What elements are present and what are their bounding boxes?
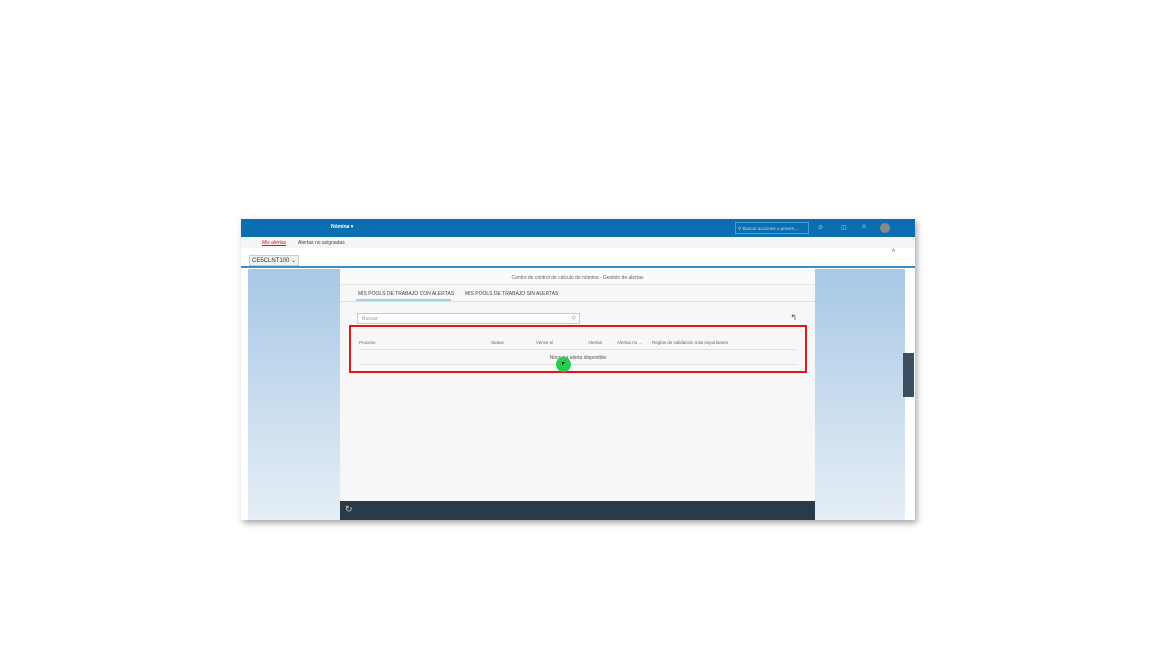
client-selector[interactable]: CE5CLNT100 ⌄: [249, 255, 300, 266]
search-icon: ⚲: [571, 316, 576, 322]
table-header: Proceso Status Vence el Alertas Alertas …: [359, 336, 797, 350]
col-alertas-no[interactable]: Alertas no ...: [617, 340, 642, 345]
col-reglas[interactable]: Reglas de validación más importantes: [652, 340, 728, 345]
subnav-alertas-no-asignadas[interactable]: Alertas no asignadas: [298, 240, 345, 246]
table-search-input[interactable]: Buscar ⚲: [357, 313, 580, 324]
chevron-up-icon[interactable]: ^: [892, 249, 895, 256]
tab-sin-alertas[interactable]: MIS POOLS DE TRABAJO SIN ALERTAS: [465, 291, 558, 297]
avatar[interactable]: [880, 223, 890, 233]
help-icon[interactable]: ⊘: [818, 224, 823, 231]
notifications-icon[interactable]: ◫: [841, 224, 847, 231]
subnav-mis-alertas[interactable]: Mis alertas: [262, 240, 286, 246]
active-tab-indicator: [356, 299, 451, 301]
footer-bar: ↻: [340, 501, 815, 520]
bell-icon[interactable]: ⍾: [862, 224, 866, 231]
col-alertas[interactable]: Alertas: [588, 340, 602, 345]
subnav: Mis alertas Alertas no asignadas: [241, 237, 915, 248]
context-bar: CE5CLNT100 ⌄ ^: [241, 248, 915, 268]
search-placeholder: Buscar: [362, 316, 378, 322]
search-icon: ⚲: [738, 226, 742, 231]
empty-message: Ninguna alerta disponible: [359, 351, 797, 365]
search-placeholder: Buscar acciones o presen...: [742, 226, 799, 231]
app-window: Nómina ▾ ⚲ Buscar acciones o presen... ⊘…: [241, 219, 915, 520]
side-panel-tab[interactable]: [903, 353, 914, 397]
main-panel: Centro de control de cálculo de nómina -…: [340, 269, 815, 520]
shell-header: Nómina ▾ ⚲ Buscar acciones o presen... ⊘…: [241, 219, 915, 237]
reset-icon[interactable]: ↰: [790, 313, 797, 322]
cursor-highlight: [556, 357, 571, 372]
tab-bar: MIS POOLS DE TRABAJO CON ALERTAS MIS POO…: [340, 285, 815, 302]
page-title: Centro de control de cálculo de nómina -…: [340, 269, 815, 285]
refresh-icon[interactable]: ↻: [345, 504, 353, 515]
col-status[interactable]: Status: [491, 340, 504, 345]
search-input[interactable]: ⚲ Buscar acciones o presen...: [735, 222, 809, 234]
app-menu[interactable]: Nómina ▾: [331, 224, 353, 230]
tab-con-alertas[interactable]: MIS POOLS DE TRABAJO CON ALERTAS: [358, 291, 454, 297]
col-vence[interactable]: Vence el: [536, 340, 553, 345]
col-proceso[interactable]: Proceso: [359, 340, 376, 345]
alerts-table: Proceso Status Vence el Alertas Alertas …: [349, 325, 807, 373]
